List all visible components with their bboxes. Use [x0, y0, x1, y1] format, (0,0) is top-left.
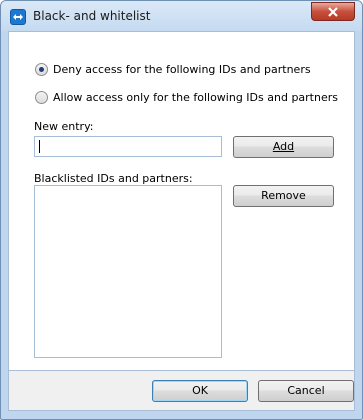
- remove-button-label: Remove: [261, 189, 306, 202]
- dialog-content: Deny access for the following IDs and pa…: [8, 31, 355, 371]
- new-entry-input[interactable]: [34, 136, 222, 157]
- add-button-label: Add: [272, 140, 295, 153]
- ok-button-label: OK: [192, 384, 208, 397]
- allow-radio-label[interactable]: Allow access only for the following IDs …: [53, 91, 338, 104]
- cancel-button[interactable]: Cancel: [258, 380, 354, 402]
- add-button[interactable]: Add: [233, 136, 334, 158]
- close-icon: [328, 7, 338, 17]
- allow-radio[interactable]: [35, 91, 48, 104]
- blacklist-label: Blacklisted IDs and partners:: [34, 172, 193, 185]
- ok-button[interactable]: OK: [152, 380, 248, 402]
- window-title: Black- and whitelist: [33, 9, 151, 23]
- close-button[interactable]: [311, 2, 355, 21]
- new-entry-label: New entry:: [34, 120, 94, 133]
- title-bar[interactable]: Black- and whitelist: [1, 1, 362, 31]
- dialog-footer: OK Cancel: [8, 371, 355, 411]
- blacklist-listbox[interactable]: [34, 185, 222, 358]
- teamviewer-app-icon: [10, 9, 26, 25]
- text-caret: [39, 140, 40, 153]
- deny-radio[interactable]: [35, 63, 48, 76]
- deny-radio-label[interactable]: Deny access for the following IDs and pa…: [53, 63, 311, 76]
- cancel-button-label: Cancel: [287, 384, 325, 397]
- dialog-window: Black- and whitelist Deny access for the…: [0, 0, 363, 420]
- remove-button[interactable]: Remove: [233, 185, 334, 207]
